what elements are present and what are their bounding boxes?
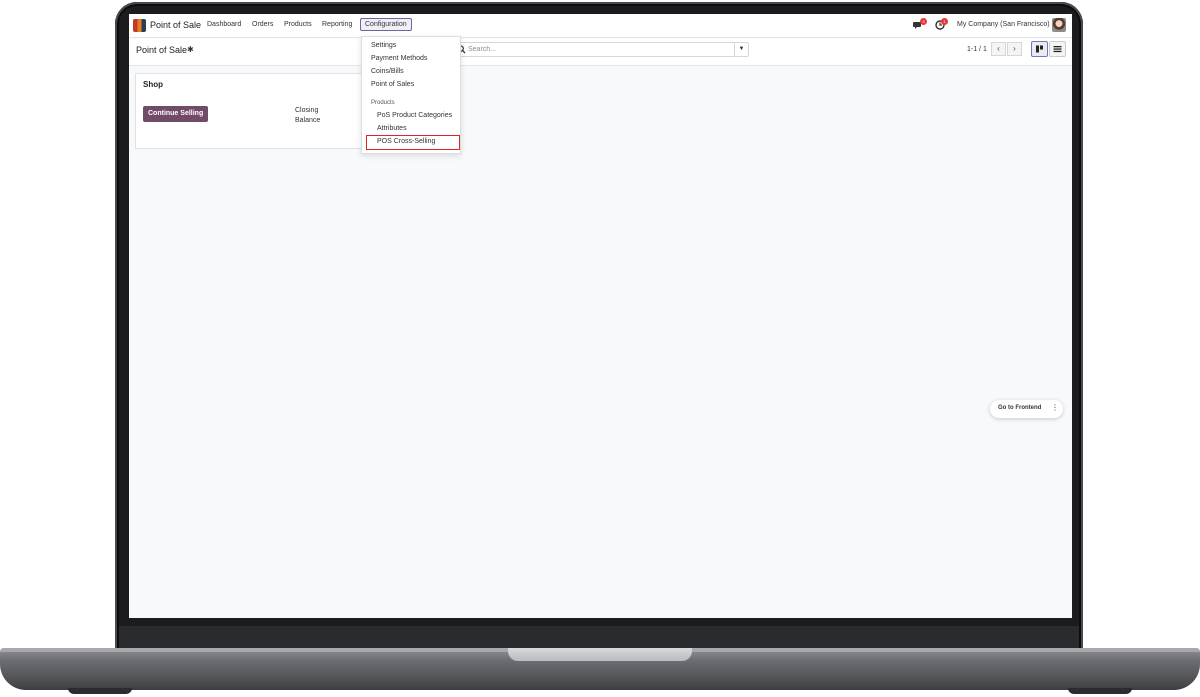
go-to-frontend-pill: Go to Frontend ⋮	[990, 400, 1063, 418]
menu-orders[interactable]: Orders	[252, 21, 273, 28]
menu-configuration[interactable]: Configuration	[360, 18, 412, 31]
kanban-icon	[1036, 45, 1043, 53]
search-options-caret-icon[interactable]: ▼	[734, 43, 748, 56]
dropdown-item-payment-methods[interactable]: Payment Methods	[371, 55, 427, 62]
menu-dashboard[interactable]: Dashboard	[207, 21, 241, 28]
laptop-foot-left	[68, 688, 132, 694]
dropdown-item-settings[interactable]: Settings	[371, 42, 396, 49]
list-icon	[1053, 46, 1062, 53]
dropdown-item-attributes[interactable]: Attributes	[377, 125, 407, 132]
search-input[interactable]	[468, 44, 718, 55]
kanban-view-button[interactable]	[1031, 41, 1048, 57]
page-title: Point of Sale	[136, 45, 188, 55]
dropdown-item-pos-product-categories[interactable]: PoS Product Categories	[377, 112, 452, 119]
dropdown-item-coins-bills[interactable]: Coins/Bills	[371, 68, 404, 75]
go-to-frontend-button[interactable]: Go to Frontend	[998, 405, 1041, 411]
pager-next-button[interactable]: ›	[1007, 42, 1022, 56]
pager-previous-button[interactable]: ‹	[991, 42, 1006, 56]
laptop-foot-right	[1068, 688, 1132, 694]
activity-badge: 1	[941, 18, 948, 25]
laptop-thumb-notch	[508, 648, 692, 661]
continue-selling-button[interactable]: Continue Selling	[143, 106, 209, 122]
messages-badge: 3	[920, 18, 927, 25]
company-switcher[interactable]: My Company (San Francisco)	[957, 21, 1050, 28]
app-name[interactable]: Point of Sale	[150, 20, 201, 30]
pager-value[interactable]: 1-1 / 1	[967, 46, 987, 53]
pos-app-icon[interactable]	[133, 19, 146, 32]
laptop-screen-chin	[119, 626, 1079, 650]
control-panel: Point of Sale ✱ ▼ 1-1 / 1 ‹ ›	[129, 39, 1072, 66]
menu-products[interactable]: Products	[284, 21, 312, 28]
highlight-box	[366, 135, 460, 150]
list-view-button[interactable]	[1049, 41, 1066, 57]
dropdown-section-products: Products	[371, 100, 395, 106]
menu-reporting[interactable]: Reporting	[322, 21, 352, 28]
pos-shop-card: Shop Continue Selling Closing Balance	[135, 73, 365, 149]
configuration-dropdown: Settings Payment Methods Coins/Bills Poi…	[361, 36, 461, 154]
closing-balance-label: Closing Balance	[295, 107, 321, 124]
dropdown-item-point-of-sales[interactable]: Point of Sales	[371, 81, 414, 88]
search-bar: ▼	[453, 42, 749, 57]
kebab-menu-icon[interactable]: ⋮	[1051, 403, 1059, 412]
card-title: Shop	[143, 80, 163, 89]
top-navbar: Point of Sale Dashboard Orders Products …	[129, 14, 1072, 38]
screen: Point of Sale Dashboard Orders Products …	[129, 14, 1072, 618]
user-avatar[interactable]	[1052, 18, 1066, 32]
gear-icon[interactable]: ✱	[187, 45, 194, 54]
